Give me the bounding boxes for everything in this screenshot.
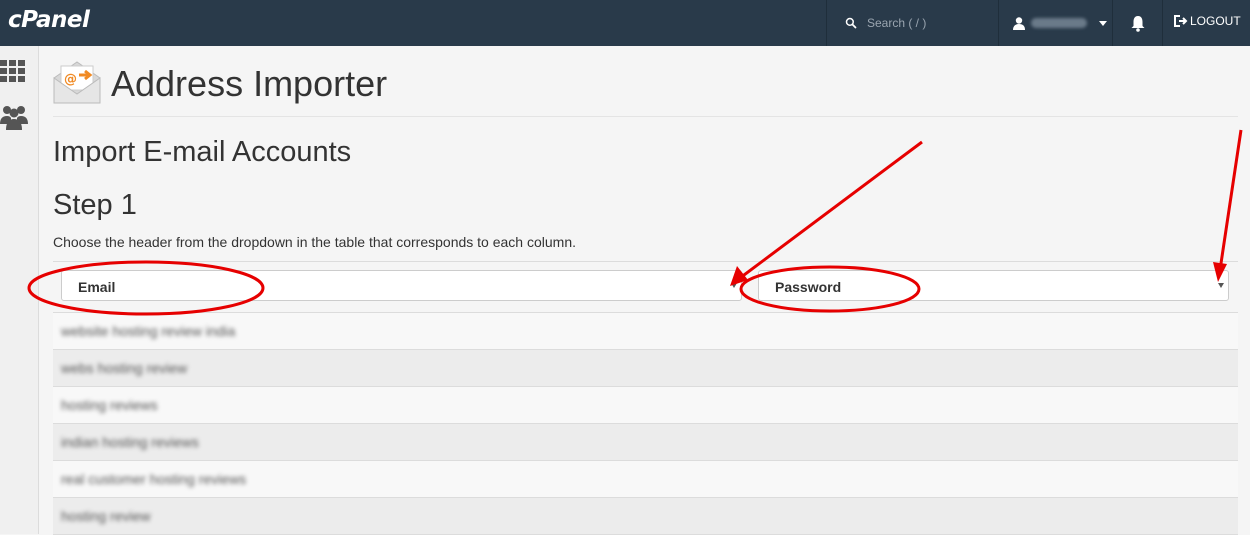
section-title: Import E-mail Accounts: [53, 136, 352, 168]
table-row: real customer hosting reviews: [53, 461, 1238, 498]
table-cell: hosting reviews: [61, 397, 158, 413]
grid-icon[interactable]: [0, 58, 28, 84]
table-cell: hosting review: [61, 508, 151, 524]
page-title: Address Importer: [111, 63, 388, 104]
svg-text:@: @: [64, 72, 77, 87]
notifications-button[interactable]: [1112, 0, 1163, 46]
table-cell: real customer hosting reviews: [61, 471, 247, 487]
column-2-header-select[interactable]: Password: [758, 270, 1229, 301]
mail-import-icon: @: [53, 61, 101, 104]
step-title: Step 1: [53, 189, 137, 221]
search-input[interactable]: [865, 15, 999, 31]
username: [1031, 18, 1087, 28]
arrow-to-password-dropdown: [1218, 129, 1243, 271]
top-navbar: cPanel LOGOUT: [0, 0, 1250, 46]
dropdown-arrow-icon: [1218, 283, 1224, 288]
logout-label: LOGOUT: [1190, 14, 1241, 28]
search-box[interactable]: [826, 0, 999, 46]
search-icon: [845, 17, 857, 29]
table-cell: indian hosting reviews: [61, 434, 199, 450]
cpanel-logo[interactable]: cPanel: [8, 7, 90, 33]
user-menu[interactable]: [998, 0, 1113, 46]
table-cell: website hosting review india: [61, 323, 236, 339]
table-cell: webs hosting review: [61, 360, 188, 376]
table-row: webs hosting review: [53, 350, 1238, 387]
sidebar: [0, 46, 39, 534]
table-header: Email Password: [53, 261, 1238, 313]
column-1-selected-value: Email: [78, 279, 116, 295]
instructions-text: Choose the header from the dropdown in t…: [53, 234, 576, 250]
column-1-header-select[interactable]: Email: [61, 270, 742, 301]
arrow-to-email-dropdown: [739, 140, 923, 280]
import-table: Email Password website hosting review in…: [53, 261, 1238, 535]
column-2-selected-value: Password: [775, 279, 842, 295]
logout-button[interactable]: LOGOUT: [1174, 14, 1241, 28]
table-row: indian hosting reviews: [53, 424, 1238, 461]
bell-icon: [1131, 15, 1144, 32]
table-row: hosting review: [53, 498, 1238, 535]
table-row: website hosting review india: [53, 313, 1238, 350]
users-icon[interactable]: [0, 104, 28, 130]
user-icon: [1013, 16, 1025, 30]
chevron-down-icon: [1099, 20, 1107, 26]
table-row: hosting reviews: [53, 387, 1238, 424]
dropdown-arrow-icon: [731, 283, 737, 288]
page-header: @ Address Importer: [53, 58, 1238, 117]
logout-icon: [1174, 15, 1188, 27]
